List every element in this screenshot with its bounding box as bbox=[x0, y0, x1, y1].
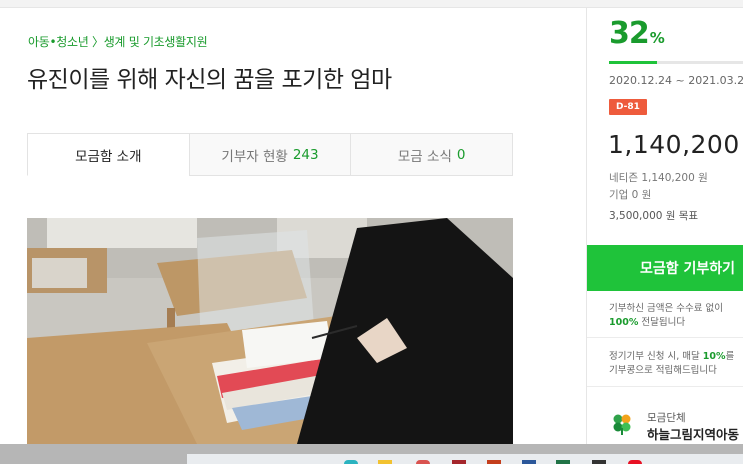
campaign-main: 아동•청소년 〉생계 및 기초생활지원 유진이를 위해 자신의 꿈을 포기한 엄… bbox=[0, 8, 585, 444]
tab-news[interactable]: 모금 소식 0 bbox=[350, 134, 513, 176]
progress-bar-fill bbox=[609, 61, 657, 64]
regular-note-suffix: 를 bbox=[725, 351, 735, 362]
no-fee-note-line1: 기부하신 금액은 수수료 없이 bbox=[609, 303, 723, 314]
donate-button[interactable]: 모금함 기부하기 bbox=[587, 245, 743, 291]
regular-note-highlight: 10% bbox=[702, 351, 726, 362]
goal-amount: 3,500,000 원 목표 bbox=[609, 210, 699, 222]
no-fee-note: 기부하신 금액은 수수료 없이 100% 전달됩니다 bbox=[609, 302, 723, 330]
percent-unit: % bbox=[649, 29, 665, 47]
campaign-period: 2020.12.24 ~ 2021.03.2 bbox=[609, 74, 743, 87]
org-label: 모금단체 bbox=[647, 412, 686, 424]
tab-count: 0 bbox=[456, 146, 466, 163]
tab-label: 기부자 현황 bbox=[221, 148, 288, 165]
company-amount: 기업 0 원 bbox=[609, 189, 652, 201]
no-fee-highlight: 100% bbox=[609, 317, 639, 328]
campaign-tabs: 모금함 소개 기부자 현황 243 모금 소식 0 bbox=[27, 133, 513, 176]
raised-amount: 1,140,200원 bbox=[608, 130, 743, 159]
tab-introduction[interactable]: 모금함 소개 bbox=[27, 134, 189, 176]
taskbar-app-icon[interactable] bbox=[556, 460, 570, 464]
page-title: 유진이를 위해 자신의 꿈을 포기한 엄마 bbox=[27, 67, 392, 93]
taskbar-app-icon[interactable] bbox=[344, 460, 358, 464]
browser-top-edge bbox=[0, 0, 743, 8]
amount-breakdown: 네티즌 1,140,200 원 기업 0 원 bbox=[609, 170, 708, 204]
category-breadcrumb[interactable]: 아동•청소년 〉생계 및 기초생활지원 bbox=[28, 33, 208, 50]
regular-donation-note: 정기기부 신청 시, 매달 10%를 기부콩으로 적립해드립니다 bbox=[609, 350, 734, 378]
taskbar-app-icon[interactable] bbox=[522, 460, 536, 464]
campaign-photo bbox=[27, 218, 513, 444]
clover-icon bbox=[613, 414, 631, 435]
divider-line bbox=[587, 337, 743, 338]
tab-label: 모금 소식 bbox=[397, 148, 452, 165]
dday-badge: D-81 bbox=[609, 99, 647, 115]
taskbar-app-icon[interactable] bbox=[378, 460, 392, 464]
divider-line bbox=[587, 386, 743, 387]
percent-value: 32 bbox=[609, 16, 650, 51]
taskbar-app-icon[interactable] bbox=[487, 460, 501, 464]
taskbar-app-icon[interactable] bbox=[628, 460, 642, 464]
netizen-amount: 네티즌 1,140,200 원 bbox=[609, 172, 708, 184]
progress-percent: 32% bbox=[609, 16, 665, 51]
taskbar-app-icon[interactable] bbox=[592, 460, 606, 464]
org-name[interactable]: 하늘그림지역아동 bbox=[647, 424, 739, 443]
no-fee-note-line2: 전달됩니다 bbox=[638, 317, 686, 328]
donation-sidebar: 32% 2020.12.24 ~ 2021.03.2 D-81 1,140,20… bbox=[587, 8, 743, 444]
tab-count: 243 bbox=[292, 146, 319, 163]
regular-note-prefix: 정기기부 신청 시, 매달 bbox=[609, 351, 703, 362]
student-studying-image bbox=[27, 218, 513, 444]
taskbar-app-icon[interactable] bbox=[416, 460, 430, 464]
taskbar-app-icon[interactable] bbox=[452, 460, 466, 464]
tab-label: 모금함 소개 bbox=[75, 148, 142, 165]
raised-amount-value: 1,140,200 bbox=[608, 130, 740, 159]
progress-bar bbox=[609, 61, 743, 64]
regular-note-line2: 기부콩으로 적립해드립니다 bbox=[609, 365, 717, 376]
tab-donors[interactable]: 기부자 현황 243 bbox=[188, 134, 351, 176]
